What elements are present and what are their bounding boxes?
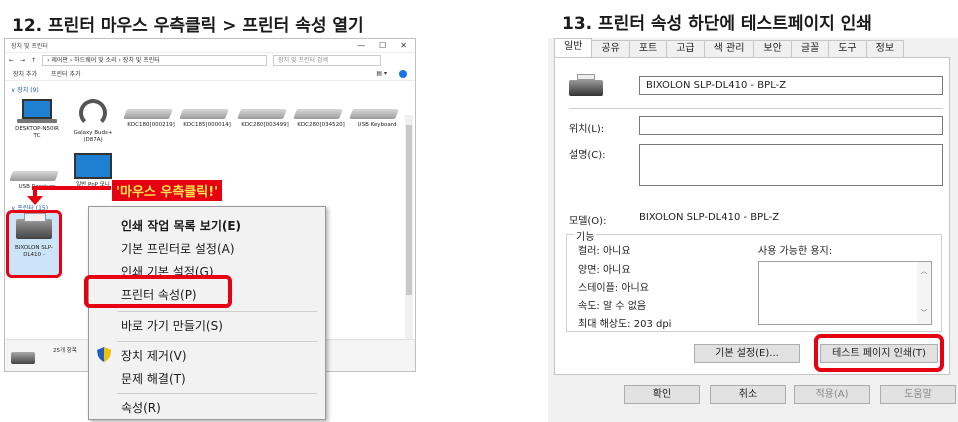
model-label: 모델(O): — [569, 216, 607, 227]
divider — [569, 108, 943, 109]
help-button[interactable]: 도움말 — [880, 385, 956, 404]
help-icon[interactable] — [399, 69, 407, 78]
listbox-scrollbar[interactable]: ︿ ﹀ — [917, 262, 931, 324]
printer-icon — [16, 213, 52, 239]
scroll-down-icon[interactable]: ﹀ — [917, 308, 931, 318]
monitor-icon — [67, 153, 119, 179]
search-input[interactable]: 장치 및 프린터 검색 — [273, 54, 382, 66]
arrow-down-icon — [27, 196, 43, 205]
keyboard-icon — [9, 171, 63, 181]
feature-staple: 스테이플: 아니요 — [578, 283, 649, 294]
preferences-button[interactable]: 기본 설정(E)... — [694, 344, 800, 363]
tab-tools[interactable]: 도구 — [828, 40, 867, 57]
keyboard-icon — [237, 109, 291, 119]
printer-icon — [569, 74, 605, 98]
paper-listbox[interactable]: ︿ ﹀ — [758, 261, 932, 325]
comment-label: 설명(C): — [569, 150, 606, 161]
device-item[interactable]: Galaxy Buds+ (D87A) — [67, 97, 119, 144]
forward-icon[interactable]: → — [20, 57, 25, 64]
tab-security[interactable]: 보안 — [753, 40, 792, 57]
tab-advanced[interactable]: 고급 — [666, 40, 705, 57]
menu-item-view-queue[interactable]: 인쇄 작업 목록 보기(E) — [121, 217, 241, 234]
menu-item-properties[interactable]: 속성(R) — [121, 399, 161, 416]
features-label: 기능 — [574, 228, 597, 243]
ok-button[interactable]: 확인 — [624, 385, 700, 404]
location-field[interactable] — [639, 116, 943, 135]
laptop-icon — [11, 99, 63, 123]
tab-general[interactable]: 일반 — [554, 38, 593, 57]
menu-separator — [117, 341, 317, 342]
window-title: 장치 및 프린터 — [11, 43, 48, 50]
feature-duplex: 양면: 아니요 — [578, 265, 631, 276]
test-page-highlight — [814, 334, 944, 372]
device-item[interactable]: DESKTOP-N50IR TC — [11, 97, 63, 140]
add-device-button[interactable]: 장치 추가 — [13, 69, 37, 78]
model-value: BIXOLON SLP-DL410 - BPL-Z — [639, 212, 780, 223]
device-item[interactable]: KDC180[000219] — [123, 97, 177, 129]
maximize-button[interactable]: ☐ — [379, 41, 386, 50]
keyboard-icon — [293, 109, 347, 119]
view-options-icon[interactable]: ▤ ▾ — [376, 70, 387, 77]
minimize-button[interactable]: — — [357, 41, 365, 50]
address-bar-row: ← → ↑ › 제어판 › 하드웨어 및 소리 › 장치 및 프린터 장치 및 … — [5, 53, 415, 67]
keyboard-icon — [179, 109, 233, 119]
keyboard-icon — [349, 109, 403, 119]
right-click-callout: '마우스 우측클릭!' — [111, 179, 224, 202]
up-icon[interactable]: ↑ — [31, 57, 36, 64]
selected-printer-item[interactable]: BIXOLON SLP-DL410 - — [6, 210, 62, 278]
shield-icon — [97, 347, 111, 362]
item-count: 25개 항목 — [53, 348, 77, 354]
tab-ports[interactable]: 포트 — [628, 40, 668, 57]
step1-title: 12. 프린터 마우스 우측클릭 > 프린터 속성 열기 — [12, 16, 364, 36]
scroll-up-icon[interactable]: ︿ — [917, 266, 931, 276]
printer-name-field[interactable]: BIXOLON SLP-DL410 - BPL-Z — [639, 76, 943, 95]
menu-item-create-shortcut[interactable]: 바로 가기 만들기(S) — [121, 317, 223, 334]
arrow-line — [32, 186, 118, 190]
add-printer-button[interactable]: 프린터 추가 — [51, 69, 81, 78]
tab-sharing[interactable]: 공유 — [591, 40, 630, 57]
cancel-button[interactable]: 취소 — [710, 385, 786, 404]
printer-properties-highlight — [84, 275, 232, 308]
selected-printer-label: BIXOLON SLP-DL410 - — [15, 245, 53, 258]
tab-strip: 일반 공유 포트 고급 색 관리 보안 글꼴 도구 정보 — [554, 38, 905, 57]
apply-button[interactable]: 적용(A) — [794, 385, 870, 404]
address-bar[interactable]: › 제어판 › 하드웨어 및 소리 › 장치 및 프린터 — [42, 54, 268, 66]
comment-field[interactable] — [639, 144, 943, 186]
menu-separator — [117, 393, 317, 394]
context-menu: 인쇄 작업 목록 보기(E) 기본 프린터로 설정(A) 인쇄 기본 설정(G)… — [88, 206, 326, 420]
headset-icon — [67, 99, 119, 127]
device-item[interactable]: USB Keyboard — [349, 97, 403, 129]
paper-available-label: 사용 가능한 용지: — [758, 246, 833, 257]
tab-color-management[interactable]: 색 관리 — [703, 40, 755, 57]
location-label: 위치(L): — [569, 124, 605, 135]
vertical-scrollbar[interactable] — [405, 115, 413, 370]
command-bar: 장치 추가 프린터 추가 ▤ ▾ — [5, 67, 415, 81]
printer-small-icon — [11, 344, 35, 364]
devices-group-header[interactable]: ∨ 장치 (9) — [11, 85, 39, 94]
step2-title: 13. 프린터 속성 하단에 테스트페이지 인쇄 — [562, 14, 872, 34]
menu-separator — [117, 311, 317, 312]
tab-fonts[interactable]: 글꼴 — [790, 40, 830, 57]
keyboard-icon — [123, 109, 177, 119]
window-titlebar: 장치 및 프린터 — ☐ ✕ — [5, 39, 415, 53]
close-button[interactable]: ✕ — [400, 41, 407, 50]
feature-speed: 속도: 알 수 없음 — [578, 301, 647, 312]
menu-item-set-default[interactable]: 기본 프린터로 설정(A) — [121, 240, 235, 257]
menu-item-remove-device[interactable]: 장치 제거(V) — [121, 347, 187, 364]
device-item[interactable]: KDC280[003499] — [237, 97, 291, 129]
feature-resolution: 최대 해상도: 203 dpi — [578, 319, 672, 330]
feature-color: 컬러: 아니요 — [578, 246, 631, 257]
device-item[interactable]: KDC280[034520] — [293, 97, 347, 129]
back-icon[interactable]: ← — [9, 57, 14, 64]
device-item[interactable]: KDC185[000014] — [179, 97, 233, 129]
menu-item-troubleshoot[interactable]: 문제 해결(T) — [121, 370, 186, 387]
tab-about[interactable]: 정보 — [865, 40, 905, 57]
